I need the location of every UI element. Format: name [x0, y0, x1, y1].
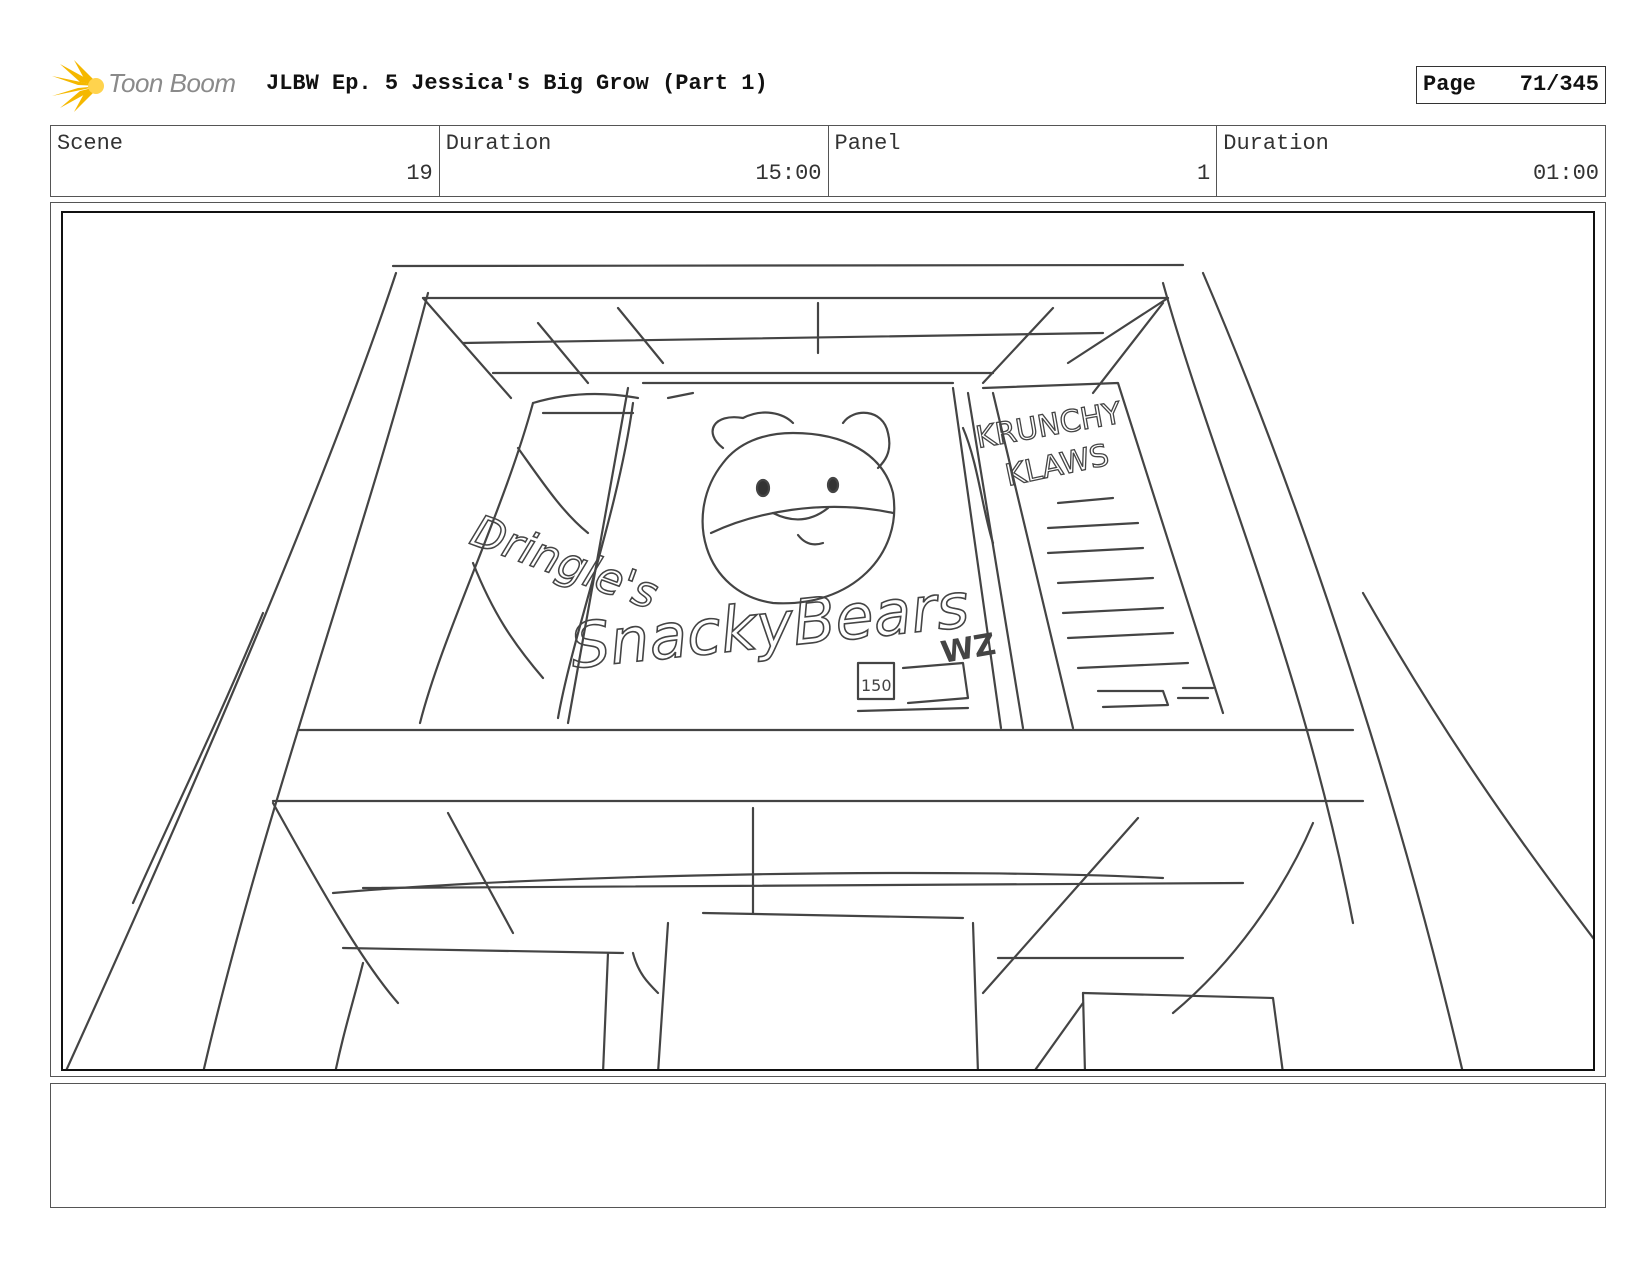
scene-duration-value: 15:00	[755, 161, 822, 186]
panel-notes-box	[50, 1083, 1606, 1208]
scene-cell: Scene 19	[51, 126, 440, 196]
scene-number: 19	[406, 161, 433, 186]
scene-duration-cell: Duration 15:00	[440, 126, 829, 196]
shot-info-row: Scene 19 Duration 15:00 Panel 1 Duration…	[50, 125, 1606, 197]
toon-boom-logo: Toon Boom	[50, 58, 250, 114]
logo-text: Toon Boom	[108, 68, 236, 98]
badge-number: 150	[861, 676, 892, 695]
scene-label: Scene	[57, 131, 124, 156]
scene-duration-label: Duration	[445, 131, 552, 156]
panel-duration-label: Duration	[1223, 131, 1329, 156]
storyboard-panel: Dringle's SnackyBears 150 WZ KRUNCHY KLA…	[61, 211, 1595, 1071]
panel-cell: Panel 1	[829, 126, 1218, 196]
sketch-lettering: Dringle's SnackyBears 150 WZ KRUNCHY KLA…	[463, 395, 1125, 695]
panel-label: Panel	[834, 131, 901, 156]
document-title: JLBW Ep. 5 Jessica's Big Grow (Part 1)	[266, 71, 768, 96]
page-label: Page	[1423, 72, 1476, 97]
page-indicator: Page 71/345	[1416, 66, 1606, 104]
panel-number: 1	[1197, 161, 1211, 186]
storyboard-header: Toon Boom JLBW Ep. 5 Jessica's Big Grow …	[50, 58, 1606, 114]
starburst-icon	[52, 60, 104, 112]
panel-duration-cell: Duration 01:00	[1217, 126, 1605, 196]
page-number: 71/345	[1519, 72, 1599, 97]
panel-duration-value: 01:00	[1532, 161, 1599, 186]
